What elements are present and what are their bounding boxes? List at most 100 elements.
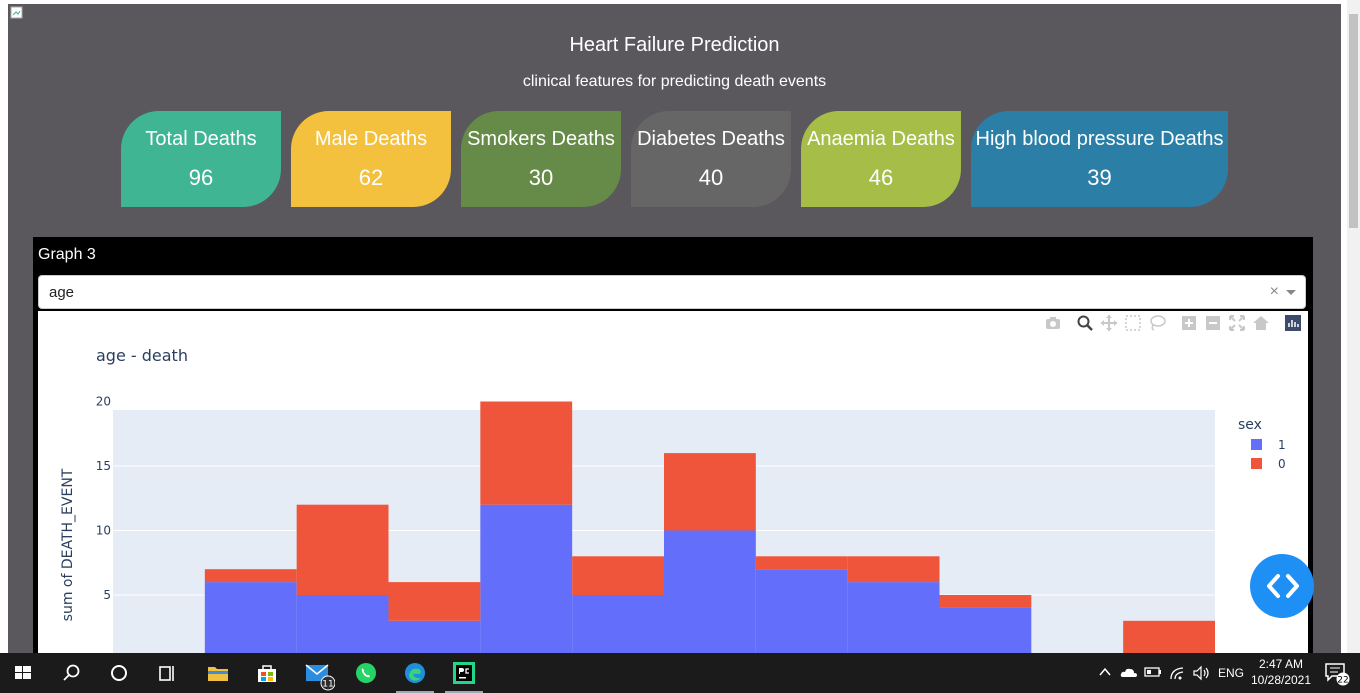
bar-sex-1[interactable] <box>388 620 481 653</box>
pycharm-button[interactable] <box>441 653 487 693</box>
clear-selection-icon[interactable]: × <box>1270 283 1279 301</box>
high-blood-pressure-deaths-card: High blood pressure Deaths 39 <box>971 111 1228 207</box>
anaemia-deaths-card: Anaemia Deaths 46 <box>801 111 961 207</box>
vertical-scrollbar[interactable] <box>1347 0 1360 653</box>
bar-sex-0[interactable] <box>388 582 481 621</box>
notification-icon: 22 <box>1325 663 1350 686</box>
y-tick-label: 10 <box>96 524 111 538</box>
bar-chart: age - death 5101520 sum of DEATH_EVENT s… <box>60 346 1286 654</box>
volume-button[interactable] <box>1190 653 1214 693</box>
broken-image-icon <box>10 6 23 19</box>
scrollbar-thumb[interactable] <box>1349 14 1358 228</box>
card-value: 46 <box>868 165 894 190</box>
clock-date: 10/28/2021 <box>1250 673 1312 687</box>
task-view-icon <box>159 666 174 681</box>
store-bag-icon <box>258 665 276 682</box>
bar-sex-0[interactable] <box>939 595 1032 608</box>
legend-item-0[interactable]: 0 <box>1251 457 1286 471</box>
folder-icon <box>208 667 228 681</box>
bar-sex-1[interactable] <box>847 582 940 653</box>
whatsapp-icon <box>356 663 376 683</box>
pycharm-icon <box>453 662 475 684</box>
bar-sex-1[interactable] <box>664 530 756 654</box>
mail-icon: 11 <box>305 664 335 691</box>
dropdown-selected-value: age <box>49 284 75 301</box>
language-indicator[interactable]: ENG <box>1216 653 1246 693</box>
page-subtitle: clinical features for predicting death e… <box>522 73 827 90</box>
cortana-button[interactable] <box>96 653 142 693</box>
bar-sex-1[interactable] <box>296 595 389 653</box>
chart-title: age - death <box>96 346 188 365</box>
clock-time: 2:47 AM <box>1258 657 1304 671</box>
bar-sex-0[interactable] <box>480 401 573 505</box>
bar-sex-0[interactable] <box>664 453 756 531</box>
edge-button[interactable] <box>392 653 438 693</box>
show-hidden-icons-button[interactable] <box>1095 653 1115 693</box>
card-value: 96 <box>188 165 214 190</box>
legend-label: 1 <box>1278 438 1286 452</box>
code-toggle-button[interactable] <box>1250 554 1314 618</box>
total-deaths-card: Total Deaths 96 <box>121 111 281 207</box>
bar-sex-1[interactable] <box>204 582 297 653</box>
clock[interactable]: 2:47 AM 10/28/2021 <box>1248 656 1314 688</box>
legend-item-1[interactable]: 1 <box>1251 438 1286 452</box>
card-value: 40 <box>698 165 724 190</box>
start-button[interactable] <box>0 653 46 693</box>
network-button[interactable] <box>1166 653 1190 693</box>
card-label: High blood pressure Deaths <box>975 128 1224 150</box>
card-label: Smokers Deaths <box>467 128 615 150</box>
wifi-icon <box>1170 667 1184 680</box>
feature-dropdown[interactable]: age × <box>38 275 1306 309</box>
mail-button[interactable]: 11 <box>294 653 340 693</box>
file-explorer-button[interactable] <box>195 653 241 693</box>
legend-title: sex <box>1238 417 1262 433</box>
windows-logo-icon <box>15 666 31 679</box>
taskbar: 11 ENG 2:47 AM 10/28/2021 22 <box>0 653 1360 693</box>
onedrive-button[interactable] <box>1118 653 1140 693</box>
chevron-up-icon <box>1099 667 1111 676</box>
mail-badge: 11 <box>322 680 333 690</box>
legend-label: 0 <box>1278 457 1286 471</box>
whatsapp-button[interactable] <box>343 653 389 693</box>
graph-label: Graph 3 <box>38 246 96 263</box>
dashboard-app: Heart Failure Prediction clinical featur… <box>8 4 1341 653</box>
bar-sex-1[interactable] <box>939 607 1032 653</box>
search-button[interactable] <box>48 653 94 693</box>
legend-swatch <box>1251 458 1262 469</box>
y-ticks: 5 10 15 20 <box>96 395 111 603</box>
bar-sex-0[interactable] <box>204 569 297 583</box>
legend-swatch <box>1251 439 1262 450</box>
action-center-button[interactable]: 22 <box>1320 653 1356 693</box>
card-value: 62 <box>358 165 384 190</box>
y-axis-label: sum of DEATH_EVENT <box>60 468 76 621</box>
speaker-icon <box>1193 665 1209 681</box>
card-value: 39 <box>1087 165 1112 190</box>
y-tick-label: 20 <box>96 395 111 409</box>
bar-sex-0[interactable] <box>755 556 848 570</box>
male-deaths-card: Male Deaths 62 <box>291 111 451 207</box>
smokers-deaths-card: Smokers Deaths 30 <box>461 111 621 207</box>
bar-sex-0[interactable] <box>572 556 664 595</box>
card-label: Anaemia Deaths <box>807 128 955 150</box>
search-icon <box>63 664 80 681</box>
chevron-down-icon[interactable] <box>1286 290 1296 295</box>
bar-sex-0[interactable] <box>847 556 940 583</box>
y-tick-label: 15 <box>96 459 111 473</box>
card-label: Total Deaths <box>145 128 257 150</box>
edge-browser-icon <box>405 663 425 683</box>
card-label: Diabetes Deaths <box>637 128 785 150</box>
bar-sex-1[interactable] <box>755 569 848 653</box>
cortana-circle-icon <box>111 665 127 681</box>
task-view-button[interactable] <box>144 653 190 693</box>
microsoft-store-button[interactable] <box>244 653 290 693</box>
card-label: Male Deaths <box>314 128 428 150</box>
cloud-icon <box>1120 668 1137 677</box>
card-value: 30 <box>528 165 554 190</box>
battery-button[interactable] <box>1142 653 1164 693</box>
bar-sex-0[interactable] <box>296 504 389 595</box>
diabetes-deaths-card: Diabetes Deaths 40 <box>631 111 791 207</box>
bar-sex-1[interactable] <box>572 595 664 653</box>
plot-area: age - death 5 10 15 20 sum of DEATH_EVENT s… <box>38 311 1308 653</box>
bar-sex-0[interactable] <box>1123 620 1215 653</box>
bar-sex-1[interactable] <box>480 504 573 653</box>
